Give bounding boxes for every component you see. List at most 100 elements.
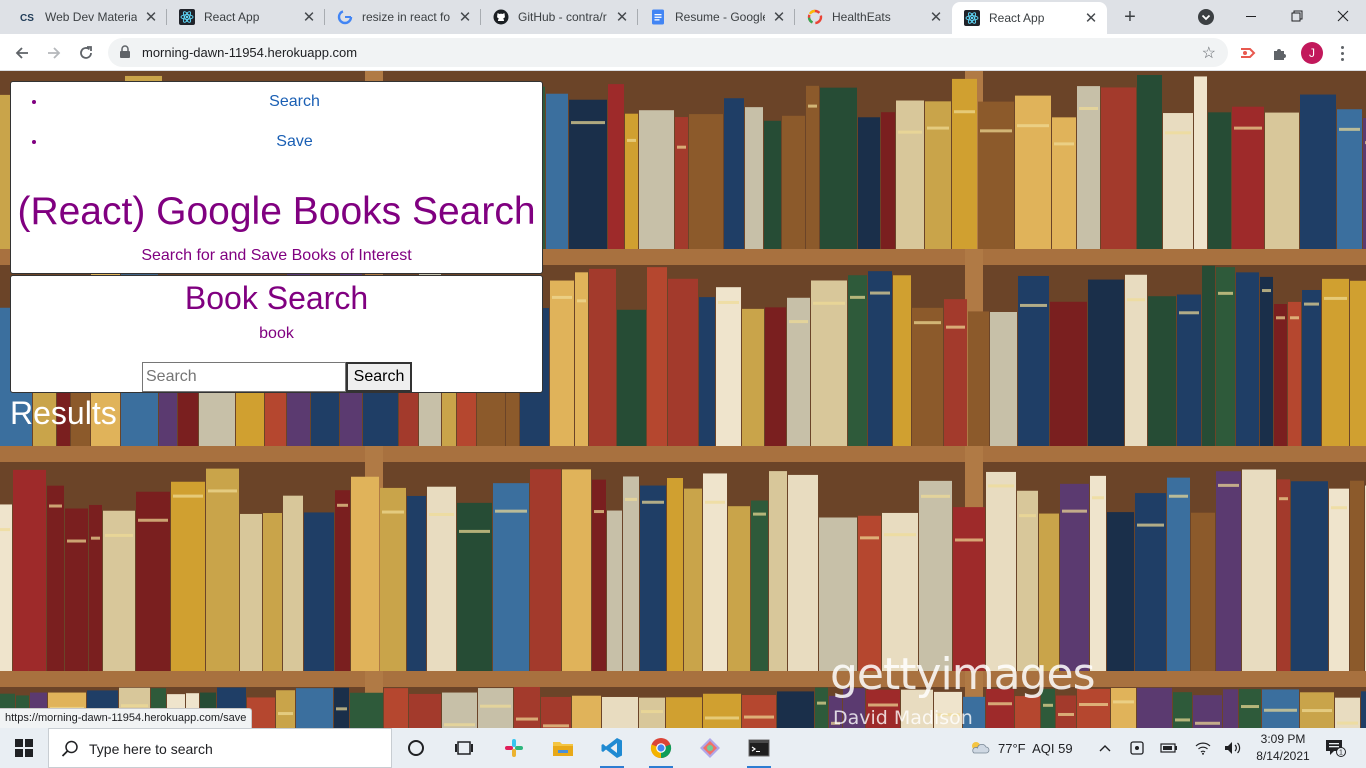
tab-healtheats[interactable]: HealthEats ✕ [795, 0, 952, 34]
book-spine [136, 491, 170, 671]
book-spine-band [808, 104, 817, 108]
close-tab-icon[interactable]: ✕ [457, 9, 473, 26]
taskbar-clock[interactable]: 3:09 PM 8/14/2021 [1254, 731, 1312, 765]
wifi-icon[interactable] [1195, 728, 1211, 768]
tab-react-app[interactable]: React App ✕ [167, 0, 325, 34]
tray-chevron-up-icon[interactable] [1097, 728, 1113, 768]
book-spine [689, 114, 723, 249]
close-tab-icon[interactable]: ✕ [1083, 10, 1099, 27]
extension-cast-icon[interactable] [1237, 43, 1257, 63]
cortana-icon[interactable] [392, 728, 440, 768]
close-tab-icon[interactable]: ✕ [771, 9, 787, 26]
book-spine-band [1339, 127, 1360, 131]
book-spine [409, 693, 441, 728]
tab-react-app-active[interactable]: React App ✕ [952, 2, 1107, 34]
book-spine-band [1165, 131, 1191, 135]
book-spine-band [946, 325, 965, 329]
close-window-icon[interactable] [1320, 0, 1366, 32]
book-spine [777, 691, 814, 728]
tab-resize-in-react[interactable]: resize in react fo ✕ [325, 0, 481, 34]
book-spine-band [336, 707, 347, 711]
notification-center-icon[interactable]: 1 [1323, 728, 1347, 768]
book-spine-band [1337, 721, 1358, 725]
book-spine-band [817, 701, 826, 705]
book-spine-band [1179, 311, 1199, 315]
task-view-icon[interactable] [440, 728, 488, 768]
book-spine [478, 688, 513, 728]
profile-avatar[interactable]: J [1301, 42, 1323, 64]
book-spine [1088, 279, 1124, 446]
lock-icon[interactable] [118, 45, 132, 59]
book-spine-band [278, 712, 293, 716]
vscode-icon[interactable] [588, 728, 636, 768]
search-button[interactable]: Search [346, 362, 412, 392]
book-spine-band [1079, 703, 1108, 707]
close-tab-icon[interactable]: ✕ [614, 9, 630, 26]
tab-search-icon[interactable] [1197, 8, 1215, 26]
book-spine [1329, 488, 1349, 671]
book-spine [283, 495, 303, 671]
book-spine [380, 487, 406, 671]
minimize-icon[interactable] [1228, 0, 1274, 32]
new-tab-button[interactable]: + [1118, 5, 1142, 29]
book-spine [1177, 294, 1201, 446]
book-spine-band [753, 512, 766, 516]
book-spine [1350, 280, 1366, 446]
terminal-icon[interactable] [735, 728, 783, 768]
tab-web-dev-materials[interactable]: CS Web Dev Materia ✕ [8, 0, 167, 34]
book-spine-band [49, 504, 62, 508]
back-arrow-icon[interactable] [9, 40, 35, 66]
book-spine [1260, 276, 1273, 446]
react-icon [179, 9, 195, 25]
search-input[interactable] [142, 362, 346, 392]
close-tab-icon[interactable]: ✕ [301, 9, 317, 26]
url-text[interactable]: morning-dawn-11954.herokuapp.com [142, 45, 357, 60]
book-spine [1135, 493, 1166, 671]
book-spine-band [577, 299, 586, 303]
chrome-icon[interactable] [637, 728, 685, 768]
windows-start-icon[interactable] [0, 728, 48, 768]
tab-resume-google-docs[interactable]: Resume - Google ✕ [638, 0, 795, 34]
book-spine-band [884, 533, 916, 537]
book-spine [530, 469, 561, 671]
menu-kebab-icon[interactable] [1337, 42, 1347, 64]
forward-arrow-icon[interactable] [41, 40, 67, 66]
slack-icon[interactable] [490, 728, 538, 768]
bookmark-star-icon[interactable]: ☆ [1202, 43, 1216, 63]
nav-link-save[interactable]: Save [276, 133, 312, 150]
battery-icon[interactable] [1160, 728, 1178, 768]
book-spine [457, 502, 492, 671]
book-spine [647, 267, 667, 446]
book-spine [666, 697, 702, 728]
tab-github[interactable]: GitHub - contra/r ✕ [481, 0, 638, 34]
book-spine-band [705, 500, 725, 504]
restore-icon[interactable] [1274, 0, 1320, 32]
taskbar-search-placeholder: Type here to search [89, 741, 213, 757]
gitkraken-icon[interactable] [686, 728, 734, 768]
volume-icon[interactable] [1224, 728, 1242, 768]
extensions-puzzle-icon[interactable] [1270, 43, 1290, 63]
book-spine [1277, 479, 1290, 671]
book-spine [815, 687, 828, 728]
watermark-credit: David Madison [833, 707, 973, 728]
nav-link-search[interactable]: Search [269, 93, 320, 110]
book-spine [1202, 265, 1215, 446]
book-spine-band [552, 295, 572, 299]
book-spine-band [1092, 496, 1104, 500]
meet-now-icon[interactable] [1129, 728, 1145, 768]
book-spine-band [1264, 708, 1297, 712]
close-tab-icon[interactable]: ✕ [143, 9, 159, 26]
reload-icon[interactable] [73, 40, 99, 66]
book-spine [562, 469, 591, 671]
book-spine [742, 308, 764, 446]
close-tab-icon[interactable]: ✕ [928, 9, 944, 26]
weather-text: 77°F AQI 59 [998, 740, 1073, 756]
google-icon [337, 9, 353, 25]
address-bar[interactable]: morning-dawn-11954.herokuapp.com ☆ [108, 38, 1228, 67]
tab-title: HealthEats [832, 10, 891, 24]
book-spine [623, 476, 639, 671]
taskbar-search-box[interactable]: Type here to search [48, 728, 392, 768]
file-explorer-icon[interactable] [539, 728, 587, 768]
weather-widget[interactable]: 77°F AQI 59 [968, 728, 1073, 768]
book-spine [1191, 512, 1215, 671]
